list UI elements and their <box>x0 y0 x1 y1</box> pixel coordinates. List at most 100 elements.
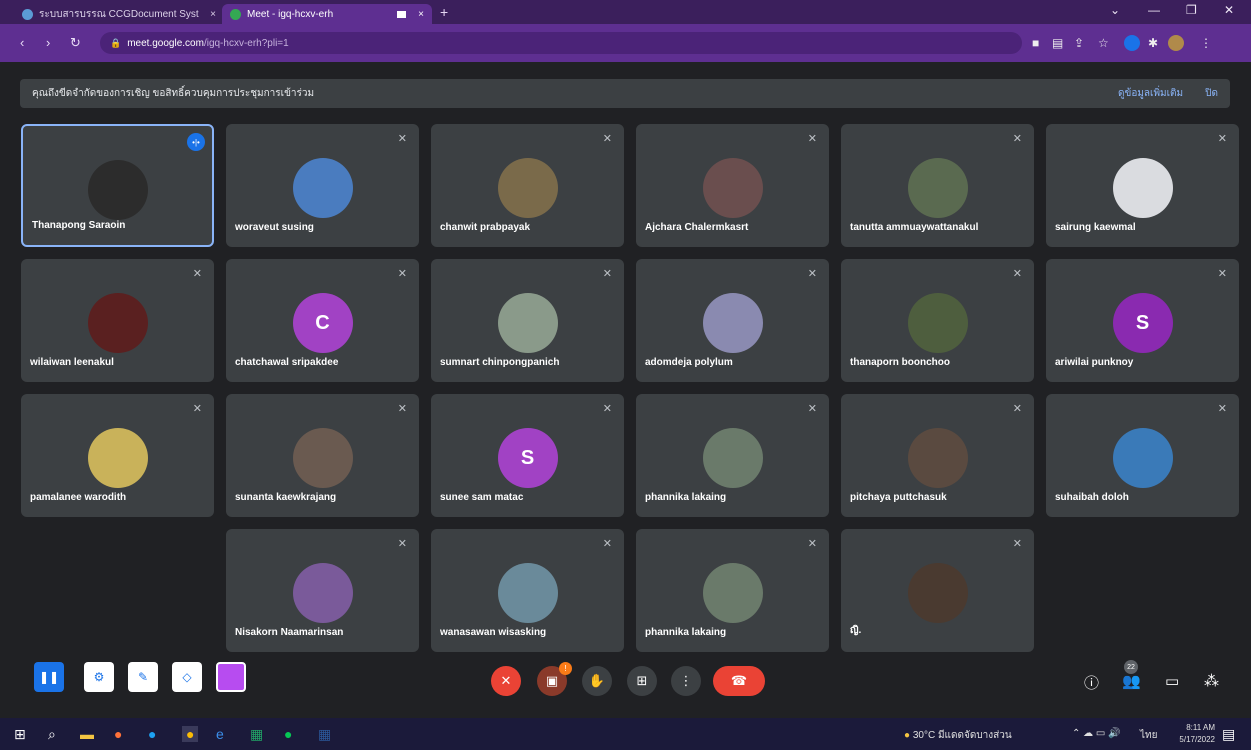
mic-muted-icon: ✕ <box>807 403 817 415</box>
mic-muted-icon: ✕ <box>602 268 612 280</box>
participant-tile[interactable]: ✕ phannika lakaing <box>636 394 829 517</box>
minimize-button[interactable]: — <box>1148 3 1160 17</box>
participant-tile[interactable]: ✕ pitchaya puttchasuk <box>841 394 1034 517</box>
mic-muted-icon: ✕ <box>1012 133 1022 145</box>
meeting-info-icon[interactable]: ⓘ <box>1084 672 1099 693</box>
edge-icon[interactable]: ● <box>148 726 156 742</box>
pen-tool-button[interactable]: ✎ <box>128 662 158 692</box>
present-screen-button[interactable]: ⊞ <box>627 666 657 696</box>
profile-avatar[interactable] <box>1168 35 1184 51</box>
forward-icon[interactable]: › <box>46 35 50 50</box>
dismiss-link[interactable]: ปิด <box>1205 86 1218 101</box>
participant-tile[interactable]: ✕ suhaibah doloh <box>1046 394 1239 517</box>
url-field[interactable]: 🔒 meet.google.com /igq-hcxv-erh?pli=1 <box>100 32 1022 54</box>
camera-off-button[interactable]: ▣! <box>537 662 572 696</box>
close-window-button[interactable]: ✕ <box>1224 3 1234 17</box>
participant-tile[interactable]: •|• Thanapong Saraoin <box>21 124 214 247</box>
participant-tile[interactable]: ✕ sairung kaewmal <box>1046 124 1239 247</box>
line-icon[interactable]: ● <box>284 726 292 742</box>
clock-date: 5/17/2022 <box>1179 735 1215 744</box>
participant-tile[interactable]: ✕ wilaiwan leenakul <box>21 259 214 382</box>
raise-hand-button[interactable]: ✋ <box>582 666 612 696</box>
avatar <box>292 158 353 218</box>
people-count: 22 <box>1124 660 1138 674</box>
leave-call-button[interactable]: ☎ <box>713 666 765 696</box>
participant-tile[interactable]: ✕ phannika lakaing <box>636 529 829 652</box>
extension-icon[interactable] <box>1124 35 1140 51</box>
tab-favicon-icon <box>22 8 33 20</box>
participant-tile[interactable]: ✕ Ajchara Chalermkasrt <box>636 124 829 247</box>
search-icon[interactable]: ⌕ <box>48 726 56 743</box>
extensions-puzzle-icon[interactable]: ✱ <box>1148 36 1158 50</box>
chat-icon[interactable]: ▭ <box>1165 672 1179 690</box>
participant-tile[interactable]: ✕ sunanta kaewkrajang <box>226 394 419 517</box>
participant-tile[interactable]: ✕ sumnart chinpongpanich <box>431 259 624 382</box>
activities-icon[interactable]: ⁂ <box>1204 672 1219 690</box>
participant-tile[interactable]: ✕ chanwit prabpayak <box>431 124 624 247</box>
new-tab-button[interactable]: + <box>440 4 448 20</box>
participant-tile[interactable]: ✕ tanutta ammuaywattanakul <box>841 124 1034 247</box>
input-language[interactable]: ไทย <box>1140 728 1157 743</box>
warning-badge: ! <box>559 662 572 675</box>
mic-muted-icon: ✕ <box>1012 268 1022 280</box>
pause-button[interactable]: ❚❚ <box>34 662 64 692</box>
close-tab-icon[interactable]: × <box>210 9 216 20</box>
avatar <box>907 158 968 218</box>
avatar <box>907 563 968 623</box>
participant-name: phannika lakaing <box>645 492 727 503</box>
back-icon[interactable]: ‹ <box>20 35 24 50</box>
chrome-icon[interactable]: ● <box>182 726 199 742</box>
share-icon[interactable]: ⇪ <box>1074 36 1084 50</box>
avatar: C <box>292 293 353 353</box>
participant-tile[interactable]: ✕ thanaporn boonchoo <box>841 259 1034 382</box>
weather-widget[interactable]: ● 30°C มีแดดจัดบางส่วน <box>904 728 1012 743</box>
participant-name: suhaibah doloh <box>1055 492 1129 503</box>
more-options-button[interactable]: ⋮ <box>671 666 701 696</box>
reader-icon[interactable]: ▤ <box>1052 36 1063 50</box>
participant-name: thanaporn boonchoo <box>850 357 950 368</box>
browser-menu-icon[interactable]: ⋮ <box>1200 36 1212 50</box>
participant-name: sumnart chinpongpanich <box>440 357 560 368</box>
tab-document-system[interactable]: ระบบสารบรรณ CCGDocument Syst × <box>14 4 224 24</box>
internet-explorer-icon[interactable]: e <box>216 726 224 742</box>
mic-off-button[interactable]: ✕ <box>491 666 521 696</box>
mic-muted-icon: ✕ <box>192 403 202 415</box>
close-tab-icon[interactable]: × <box>418 9 424 20</box>
learn-more-link[interactable]: ดูข้อมูลเพิ่มเติม <box>1118 86 1183 101</box>
tab-search-icon[interactable]: ⌄ <box>1110 3 1120 17</box>
bookmark-star-icon[interactable]: ☆ <box>1098 36 1109 50</box>
mic-muted-icon: ✕ <box>1217 133 1227 145</box>
tab-google-meet[interactable]: Meet - igq-hcxv-erh × <box>222 4 432 24</box>
avatar <box>702 158 763 218</box>
notifications-icon[interactable]: ▤ <box>1222 726 1235 743</box>
participant-tile[interactable]: ✕ pamalanee warodith <box>21 394 214 517</box>
participant-tile[interactable]: C ✕ chatchawal sripakdee <box>226 259 419 382</box>
eraser-tool-button[interactable]: ◇ <box>172 662 202 692</box>
participant-tile[interactable]: ✕ Nisakorn Naamarinsan <box>226 529 419 652</box>
file-explorer-icon[interactable]: ▬ <box>80 726 94 742</box>
camera-indicator-icon[interactable]: ■ <box>1032 36 1039 50</box>
avatar <box>497 158 558 218</box>
participant-tile[interactable]: ✕ adomdeja polylum <box>636 259 829 382</box>
maximize-button[interactable]: ❐ <box>1186 3 1197 17</box>
color-picker-button[interactable] <box>216 662 246 692</box>
weather-text: 30°C มีแดดจัดบางส่วน <box>912 730 1012 741</box>
participant-tile[interactable]: S ✕ ariwilai punknoy <box>1046 259 1239 382</box>
participant-tile[interactable]: S ✕ sunee sam matac <box>431 394 624 517</box>
taskbar-clock[interactable]: 8:11 AM 5/17/2022 <box>1179 722 1215 746</box>
firefox-icon[interactable]: ● <box>114 726 122 742</box>
reload-icon[interactable]: ↻ <box>70 35 81 51</box>
word-icon[interactable]: ▦ <box>318 726 331 743</box>
participant-tile[interactable]: ✕ woraveut susing <box>226 124 419 247</box>
excel-icon[interactable]: ▦ <box>250 726 263 743</box>
mic-muted-icon: ✕ <box>602 403 612 415</box>
participant-tile[interactable]: ✕ ญิ. <box>841 529 1034 652</box>
mic-muted-icon: ✕ <box>1012 538 1022 550</box>
avatar: S <box>497 428 558 488</box>
people-icon[interactable]: 👥 22 <box>1122 660 1141 690</box>
tray-icons[interactable]: ⌃ ☁ ▭ 🔊 <box>1072 728 1121 739</box>
start-icon[interactable]: ⊞ <box>14 726 26 743</box>
settings-tool-button[interactable]: ⚙ <box>84 662 114 692</box>
participant-tile[interactable]: ✕ wanasawan wisasking <box>431 529 624 652</box>
participant-name: Thanapong Saraoin <box>32 220 126 231</box>
